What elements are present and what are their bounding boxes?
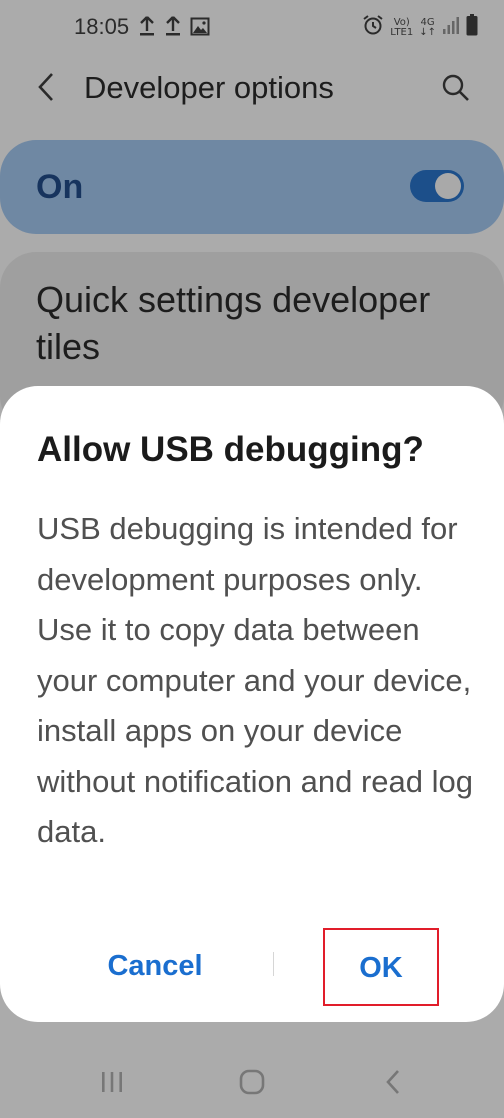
4g-lte-icon: 4G ↓↑ [419,16,436,38]
dialog-title: Allow USB debugging? [37,430,424,469]
upload-icon [164,15,182,42]
signal-icon [442,15,460,40]
master-switch-label: On [36,168,84,206]
toggle-knob [435,173,461,199]
recents-button[interactable] [92,1066,132,1098]
status-icons-left [138,15,210,42]
quick-settings-tiles-label: Quick settings developer tiles [36,279,431,367]
navigation-bar [0,1040,504,1118]
battery-icon [466,14,478,41]
recents-icon [102,1072,122,1092]
ok-button[interactable]: OK [325,928,437,1008]
cancel-button[interactable]: Cancel [60,921,250,1011]
volte-icon: Vo) LTE1 [390,16,414,38]
status-icons-right: Vo) LTE1 4G ↓↑ [362,14,478,41]
search-button[interactable] [440,72,472,104]
back-button[interactable] [34,70,58,104]
dialog-message: USB debugging is intended for developmen… [37,511,474,849]
home-button[interactable] [232,1066,272,1098]
master-switch-toggle[interactable] [410,170,464,202]
status-time: 18:05 [74,14,130,39]
usb-debugging-dialog: Allow USB debugging? USB debugging is in… [0,386,504,1022]
status-bar: 18:05 Vo) LTE1 4G ↓↑ [0,0,504,56]
back-icon [386,1070,399,1094]
image-icon [190,15,210,42]
page-title: Developer options [84,70,334,105]
upload-icon [138,15,156,42]
alarm-icon [362,14,384,41]
search-icon [442,74,469,101]
home-icon [239,1069,265,1095]
button-divider [273,952,274,976]
app-bar: Developer options [0,56,504,120]
nav-back-button[interactable] [374,1066,414,1098]
master-switch-card[interactable]: On [0,140,504,234]
chevron-left-icon [38,73,53,101]
